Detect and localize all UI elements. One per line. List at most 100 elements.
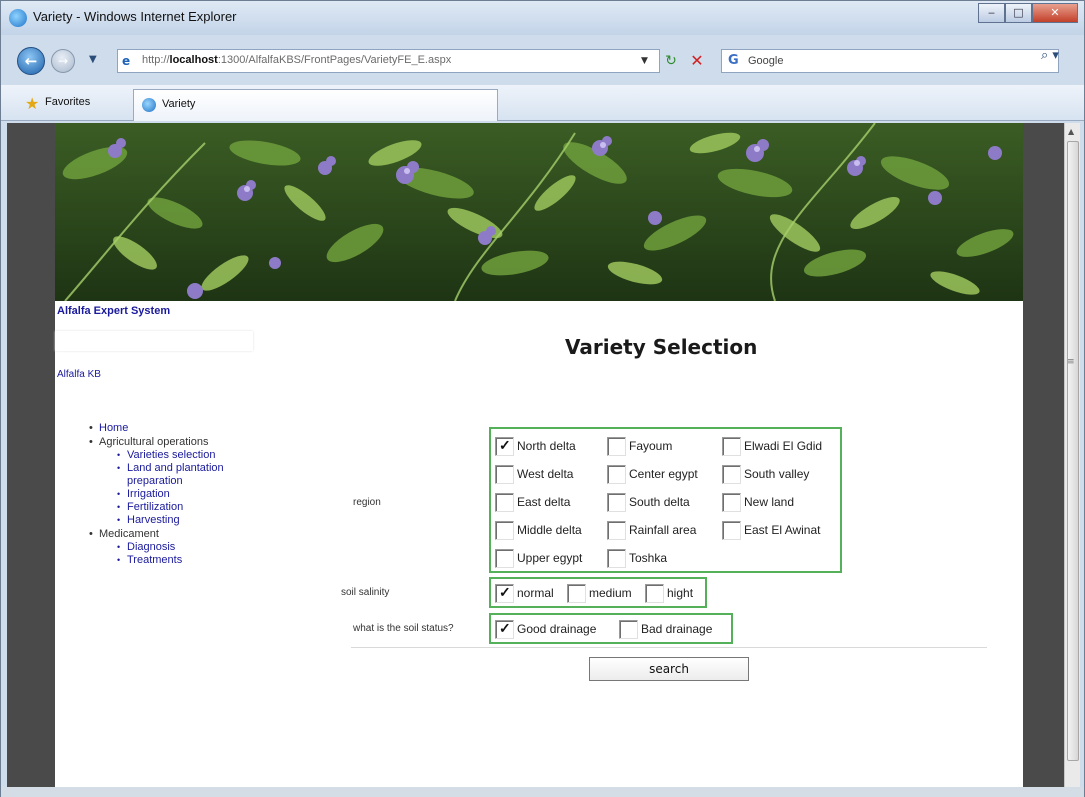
history-dropdown-icon[interactable]: ▼ bbox=[89, 54, 97, 65]
region-option[interactable]: Toshka bbox=[607, 545, 667, 571]
checkbox[interactable] bbox=[495, 619, 514, 639]
checkbox[interactable] bbox=[722, 492, 741, 512]
forward-button[interactable]: → bbox=[51, 49, 75, 73]
search-go-icon[interactable]: ⌕ ▾ bbox=[1041, 48, 1059, 63]
address-url[interactable]: http://localhost:1300/AlfalfaKBS/FrontPa… bbox=[142, 54, 451, 66]
stop-icon[interactable]: ✕ bbox=[687, 51, 707, 71]
region-option[interactable]: South delta bbox=[607, 489, 690, 515]
minimize-icon[interactable]: ‒ bbox=[978, 3, 1005, 23]
favorites-star-icon[interactable]: ★ bbox=[25, 94, 39, 113]
salinity-option[interactable]: medium bbox=[567, 580, 632, 606]
nav-medicament: Medicament bbox=[89, 527, 299, 541]
soil-status-checkbox-group: Good drainage Bad drainage bbox=[489, 613, 733, 644]
option-label: Rainfall area bbox=[629, 523, 697, 537]
nav-harvesting[interactable]: Harvesting bbox=[89, 514, 299, 527]
option-label: medium bbox=[589, 586, 632, 600]
checkbox[interactable] bbox=[722, 520, 741, 540]
option-label: New land bbox=[744, 495, 795, 509]
page-title: Variety Selection bbox=[565, 335, 758, 359]
nav-land-line2: preparation bbox=[127, 475, 183, 487]
checkbox[interactable] bbox=[607, 464, 626, 484]
soil-salinity-label: soil salinity bbox=[341, 587, 390, 598]
checkbox[interactable] bbox=[495, 492, 514, 512]
soil-salinity-checkbox-group: normal medium hight bbox=[489, 577, 707, 608]
nav-varieties-selection[interactable]: Varieties selection bbox=[89, 449, 299, 462]
region-option[interactable]: Rainfall area bbox=[607, 517, 696, 543]
browser-window: Variety - Windows Internet Explorer ‒ □ … bbox=[0, 0, 1085, 797]
url-host: localhost bbox=[169, 54, 218, 66]
refresh-icon[interactable]: ↻ bbox=[661, 52, 681, 70]
checkbox[interactable] bbox=[607, 548, 626, 568]
option-label: West delta bbox=[517, 467, 574, 481]
checkbox[interactable] bbox=[607, 436, 626, 456]
search-button[interactable]: search bbox=[589, 657, 749, 681]
region-option[interactable]: New land bbox=[722, 489, 794, 515]
checkbox[interactable] bbox=[495, 436, 514, 456]
title-bar: Variety - Windows Internet Explorer ‒ □ … bbox=[1, 1, 1084, 35]
scroll-up-icon[interactable]: ▲ bbox=[1068, 127, 1074, 136]
blank-field bbox=[55, 331, 253, 351]
checkbox[interactable] bbox=[722, 464, 741, 484]
region-option[interactable]: Center egypt bbox=[607, 461, 698, 487]
region-option[interactable]: Elwadi El Gdid bbox=[722, 433, 822, 459]
close-icon[interactable]: ✕ bbox=[1032, 3, 1078, 23]
favorites-button[interactable]: Favorites bbox=[45, 96, 90, 108]
checkbox[interactable] bbox=[722, 436, 741, 456]
checkbox[interactable] bbox=[619, 619, 638, 639]
url-path: :1300/AlfalfaKBS/FrontPages/VarietyFE_E.… bbox=[217, 54, 452, 66]
salinity-option[interactable]: hight bbox=[645, 580, 693, 606]
checkbox[interactable] bbox=[567, 583, 586, 603]
window-title: Variety - Windows Internet Explorer bbox=[33, 9, 237, 24]
region-option[interactable]: South valley bbox=[722, 461, 809, 487]
scroll-thumb[interactable] bbox=[1067, 141, 1079, 761]
option-label: normal bbox=[517, 586, 554, 600]
region-option[interactable]: Fayoum bbox=[607, 433, 672, 459]
soil-status-option[interactable]: Good drainage bbox=[495, 616, 596, 642]
region-checkbox-group: North delta Fayoum Elwadi El Gdid West d… bbox=[489, 427, 842, 573]
region-option[interactable]: Upper egypt bbox=[495, 545, 582, 571]
nav-agricultural-operations: Agricultural operations bbox=[89, 435, 299, 449]
salinity-option[interactable]: normal bbox=[495, 580, 554, 606]
address-dropdown-icon[interactable]: ▼ bbox=[641, 56, 648, 66]
favorites-bar: ★ Favorites Variety bbox=[1, 85, 1084, 121]
page-icon: e bbox=[122, 54, 131, 68]
option-label: East El Awinat bbox=[744, 523, 821, 537]
vertical-scrollbar[interactable]: ▲ ≡ bbox=[1064, 123, 1080, 787]
region-option[interactable]: West delta bbox=[495, 461, 573, 487]
form-divider bbox=[351, 647, 987, 648]
maximize-icon[interactable]: □ bbox=[1005, 3, 1032, 23]
site-title: Alfalfa Expert System bbox=[57, 305, 171, 317]
nav-treatments[interactable]: Treatments bbox=[89, 554, 299, 567]
region-option[interactable]: North delta bbox=[495, 433, 576, 459]
checkbox[interactable] bbox=[495, 548, 514, 568]
tab-variety[interactable]: Variety bbox=[133, 89, 498, 121]
region-option[interactable]: East El Awinat bbox=[722, 517, 821, 543]
tab-ie-icon bbox=[142, 98, 156, 112]
back-button[interactable]: ← bbox=[17, 47, 45, 75]
region-option[interactable]: Middle delta bbox=[495, 517, 582, 543]
nav-land-preparation[interactable]: Land and plantationpreparation bbox=[89, 462, 299, 488]
nav-home[interactable]: Home bbox=[89, 421, 299, 435]
region-option[interactable]: East delta bbox=[495, 489, 570, 515]
checkbox[interactable] bbox=[645, 583, 664, 603]
checkbox[interactable] bbox=[607, 492, 626, 512]
soil-status-option[interactable]: Bad drainage bbox=[619, 616, 712, 642]
region-label: region bbox=[353, 497, 381, 508]
address-bar[interactable]: e http://localhost:1300/AlfalfaKBS/Front… bbox=[117, 49, 660, 73]
nav-irrigation[interactable]: Irrigation bbox=[89, 488, 299, 501]
soil-status-label: what is the soil status? bbox=[353, 623, 454, 634]
checkbox[interactable] bbox=[495, 520, 514, 540]
checkbox[interactable] bbox=[495, 583, 514, 603]
checkbox[interactable] bbox=[495, 464, 514, 484]
scroll-grip-icon: ≡ bbox=[1067, 357, 1075, 367]
nav-diagnosis[interactable]: Diagnosis bbox=[89, 541, 299, 554]
alfalfa-kb-link[interactable]: Alfalfa KB bbox=[57, 369, 101, 380]
nav-fertilization[interactable]: Fertilization bbox=[89, 501, 299, 514]
checkbox[interactable] bbox=[607, 520, 626, 540]
ie-logo-icon bbox=[9, 9, 27, 27]
option-label: South valley bbox=[744, 467, 810, 481]
option-label: East delta bbox=[517, 495, 571, 509]
option-label: Elwadi El Gdid bbox=[744, 439, 823, 453]
search-box[interactable]: G Google bbox=[721, 49, 1059, 73]
navigation-bar: ← → ▼ e http://localhost:1300/AlfalfaKBS… bbox=[1, 45, 1084, 77]
